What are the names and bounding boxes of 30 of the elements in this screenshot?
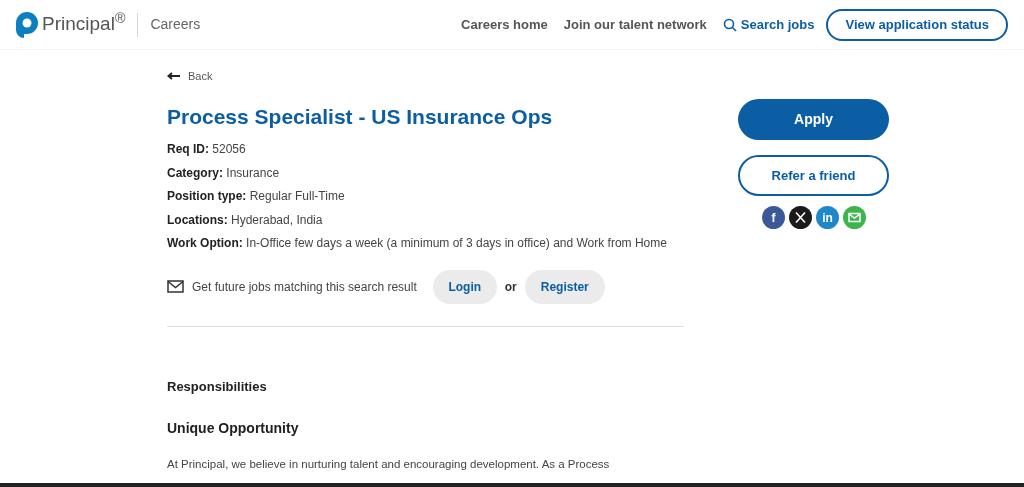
job-detail: Position type: Regular Full-Time — [167, 188, 346, 205]
job-detail: Work Option: In-Office few days a week (a minimum of 3 days in office) and Work from Home — [167, 235, 668, 252]
logo-icon — [16, 11, 38, 38]
back-arrow-icon[interactable] — [167, 72, 180, 81]
email-share-icon[interactable] — [842, 206, 866, 229]
apply-button[interactable]: Apply — [738, 99, 889, 140]
search-jobs-link[interactable]: Search jobs — [722, 14, 815, 35]
linkedin-icon[interactable]: in — [815, 206, 839, 229]
search-icon — [722, 17, 737, 32]
nav-link[interactable]: Careers home — [461, 14, 548, 35]
description-paragraph: At Principal, we believe in nurturing talent and encouraging development. As a Process — [167, 457, 611, 472]
job-detail: Category: Insurance — [167, 164, 281, 182]
mail-icon — [167, 280, 184, 293]
application-status-button[interactable]: View application status — [826, 8, 1008, 41]
section-title: Careers — [150, 15, 201, 34]
job-detail: Locations: Hyderabad, India — [167, 211, 324, 229]
alert-text: Get future jobs matching this search result — [192, 278, 417, 296]
job-detail: Req ID: 52056 — [167, 141, 247, 158]
or-text: or — [504, 278, 517, 296]
x-icon[interactable] — [788, 206, 812, 229]
facebook-icon[interactable]: f — [761, 206, 785, 229]
register-button[interactable]: Register — [524, 269, 605, 304]
nav-link[interactable]: Join our talent network — [563, 14, 707, 35]
login-button[interactable]: Login — [432, 269, 497, 304]
refer-button[interactable]: Refer a friend — [738, 155, 889, 196]
section-heading: Responsibilities — [167, 377, 268, 396]
back-link[interactable]: Back — [188, 68, 213, 85]
logo-text[interactable]: Principal$^{®}$ — [42, 10, 126, 39]
subheading: Unique Opportunity — [167, 419, 300, 438]
job-title: Process Specialist - US Insurance Ops — [167, 103, 554, 130]
